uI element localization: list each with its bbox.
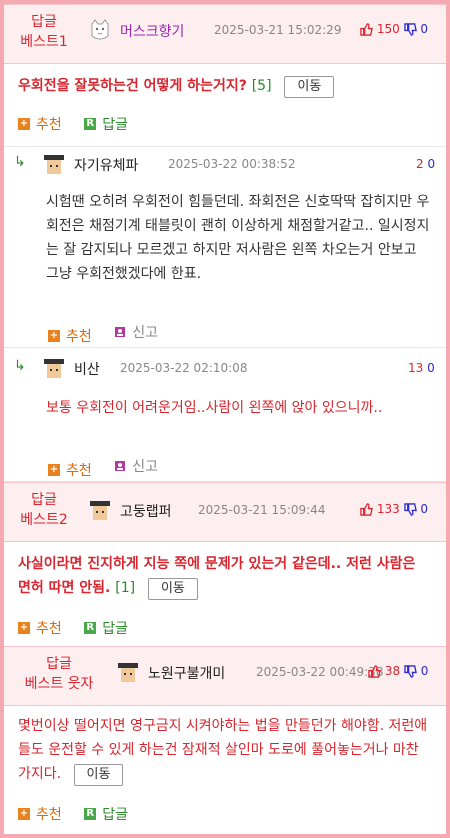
reply-arrow-icon: ↳ [14, 154, 26, 170]
best1-actions: + 추천 R 답글 [18, 114, 146, 134]
best1-move-button[interactable]: 이동 [284, 76, 335, 98]
thumbs-down-icon[interactable] [404, 665, 417, 678]
best3-up-count: 38 [384, 664, 401, 678]
best2-label-line1: 답글 [31, 492, 57, 508]
grad-cap-avatar-icon [44, 155, 64, 174]
best2-reply-label: 답글 [102, 621, 128, 637]
report-icon [115, 461, 126, 471]
best2-votes: 133 0 [360, 502, 428, 516]
best1-reply-label: 답글 [102, 117, 128, 133]
best2-text: 사실이라면 진지하게 지능 쪽에 문제가 있는거 같은데.. 저런 사람은 면허… [18, 556, 416, 596]
best2-actions: + 추천 R 답글 [18, 618, 146, 638]
best3-recommend-label: 추천 [36, 807, 62, 823]
reply1-text: 시험땐 오히려 우회전이 힘들던데. 좌회전은 신호딱딱 잡히지만 우회전은 채… [46, 194, 430, 282]
reply2-nick[interactable]: 비산 [74, 359, 100, 379]
best3-time: 2025-03-22 00:49:38 [256, 665, 384, 679]
thumbs-down-icon[interactable] [403, 23, 417, 36]
cat-avatar-icon [91, 19, 109, 40]
best2-label-line2: 베스트2 [20, 512, 68, 528]
reply2-text: 보통 우회전이 어려운거임..사람이 왼쪽에 앉아 있으니까.. [46, 400, 383, 416]
plus-icon: + [18, 622, 30, 634]
thumbs-up-icon[interactable] [360, 23, 373, 36]
best2-reply-count: [1] [115, 580, 136, 596]
best1-label-line1: 답글 [31, 14, 57, 30]
best3-label-line2: 베스트 웃자 [24, 676, 94, 692]
reply1-report-label: 신고 [132, 325, 158, 341]
best2-text-row: 사실이라면 진지하게 지능 쪽에 문제가 있는거 같은데.. 저런 사람은 면허… [18, 552, 428, 600]
best1-votes: 150 0 [360, 22, 428, 36]
reply-r-icon: R [84, 808, 97, 820]
reply2-time: 2025-03-22 02:10:08 [120, 361, 248, 375]
grad-cap-avatar-icon [118, 663, 138, 682]
best2-time: 2025-03-21 15:09:44 [198, 503, 326, 517]
best3-nick[interactable]: 노원구불개미 [148, 663, 225, 683]
best1-nick[interactable]: 머스크향기 [120, 21, 184, 41]
grad-cap-avatar-icon [90, 501, 110, 520]
reply1-time: 2025-03-22 00:38:52 [168, 157, 296, 171]
best1-label: 답글 베스트1 [14, 12, 74, 52]
plus-icon: + [48, 330, 60, 342]
best3-down-count: 0 [420, 664, 429, 678]
best2-move-button[interactable]: 이동 [147, 578, 198, 600]
best3-text-row: 몇번이상 떨어지면 영구금지 시켜야하는 법을 만들던가 해야함. 저런애들도 … [18, 714, 428, 786]
reply2-votes: 13 0 [408, 361, 435, 375]
reply2-down-count[interactable]: 0 [427, 361, 435, 375]
best1-up-count: 150 [376, 22, 400, 36]
thumbs-down-icon[interactable] [403, 503, 417, 516]
reply2-up-count[interactable]: 13 [408, 361, 423, 375]
best2-recommend-button[interactable]: + 추천 [18, 618, 62, 638]
best3-reply-label: 답글 [102, 807, 128, 823]
thumbs-up-icon[interactable] [360, 503, 373, 516]
best3-label: 답글 베스트 웃자 [14, 654, 104, 694]
best1-reply-count: [5] [251, 78, 272, 94]
best2-up-count: 133 [376, 502, 400, 516]
best3-label-line1: 답글 [46, 656, 72, 672]
best3-move-button[interactable]: 이동 [73, 764, 124, 786]
reply2-report-label: 신고 [132, 459, 158, 475]
plus-icon: + [18, 808, 30, 820]
reply-arrow-icon: ↳ [14, 358, 26, 374]
reply2-recommend-button[interactable]: + 추천 [48, 460, 92, 480]
reply1-recommend-button[interactable]: + 추천 [48, 326, 92, 346]
grad-cap-avatar-icon [44, 359, 64, 378]
best1-time: 2025-03-21 15:02:29 [214, 23, 342, 37]
best2-recommend-label: 추천 [36, 621, 62, 637]
best3-votes: 38 0 [368, 664, 428, 678]
reply2-actions: + 추천 신고 [48, 456, 176, 480]
best2-down-count: 0 [420, 502, 429, 516]
best1-text: 우회전을 잘못하는건 어떻게 하는거지? [18, 78, 247, 94]
best3-actions: + 추천 R 답글 [18, 804, 146, 824]
reply2-recommend-label: 추천 [66, 463, 92, 479]
reply-r-icon: R [84, 118, 97, 130]
reply1-recommend-label: 추천 [66, 329, 92, 345]
best1-down-count: 0 [420, 22, 429, 36]
reply1-report-button[interactable]: 신고 [114, 322, 158, 342]
reply1-actions: + 추천 신고 [48, 322, 176, 346]
reply1-votes: 2 0 [416, 157, 435, 171]
reply1-down-count[interactable]: 0 [427, 157, 435, 171]
reply-r-icon: R [84, 622, 97, 634]
best2-label: 답글 베스트2 [14, 490, 74, 530]
best1-reply-button[interactable]: R 답글 [84, 114, 128, 134]
reply1-nick[interactable]: 자기유체파 [74, 155, 138, 175]
best1-text-row: 우회전을 잘못하는건 어떻게 하는거지? [5] 이동 [18, 74, 428, 98]
best2-nick[interactable]: 고둥랩퍼 [120, 501, 172, 521]
best3-recommend-button[interactable]: + 추천 [18, 804, 62, 824]
report-icon [115, 327, 126, 337]
reply1-up-count[interactable]: 2 [416, 157, 424, 171]
plus-icon: + [48, 464, 60, 476]
best1-label-line2: 베스트1 [20, 34, 68, 50]
reply2-report-button[interactable]: 신고 [114, 456, 158, 476]
comment-panel: 답글 베스트1 머스크향기 2025-03-21 15:02:29 150 0 … [4, 4, 446, 834]
best1-recommend-button[interactable]: + 추천 [18, 114, 62, 134]
plus-icon: + [18, 118, 30, 130]
best3-reply-button[interactable]: R 답글 [84, 804, 128, 824]
best1-recommend-label: 추천 [36, 117, 62, 133]
thumbs-up-icon[interactable] [368, 665, 381, 678]
best2-reply-button[interactable]: R 답글 [84, 618, 128, 638]
